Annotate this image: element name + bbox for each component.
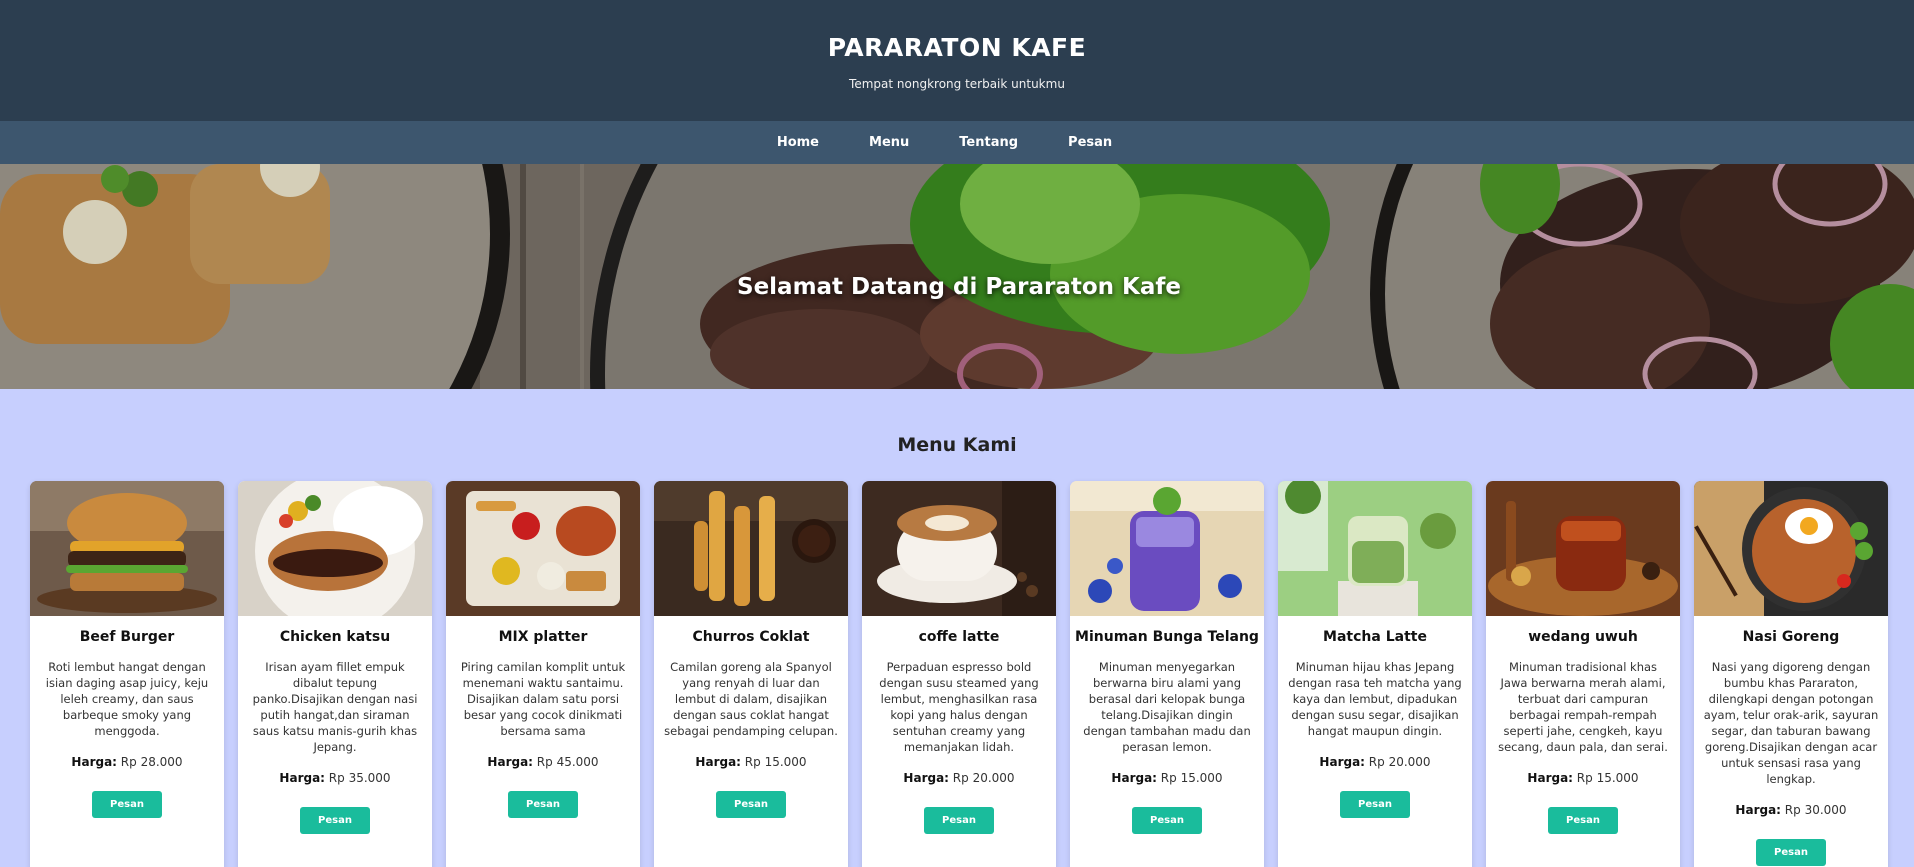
menu-item-name: Nasi Goreng: [1742, 629, 1840, 645]
price-value: Rp 30.000: [1784, 803, 1847, 817]
price-value: Rp 28.000: [120, 755, 183, 769]
menu-item-price: Harga: Rp 15.000: [1486, 771, 1680, 785]
price-label: Harga:: [487, 755, 533, 769]
price-label: Harga:: [71, 755, 117, 769]
menu-item-desc: Camilan goreng ala Spanyol yang renyah d…: [664, 660, 838, 738]
menu-item-desc: Piring camilan komplit untuk menemani wa…: [460, 660, 626, 738]
menu-item-price: Harga: Rp 20.000: [1278, 755, 1472, 769]
churros-photo: [654, 481, 848, 616]
menu-item-desc: Irisan ayam fillet empuk dibalut tepung …: [252, 660, 418, 754]
menu-item-name: MIX platter: [498, 629, 588, 645]
nav-pesan[interactable]: Pesan: [1068, 135, 1112, 150]
menu-item-name: coffe latte: [918, 629, 1000, 645]
wedang-uwuh-photo: [1486, 481, 1680, 616]
order-button-mix-platter[interactable]: Pesan: [508, 791, 578, 818]
menu-item-price: Harga: Rp 20.000: [862, 771, 1056, 785]
chicken-katsu-photo: [238, 481, 432, 616]
order-button-churros-coklat[interactable]: Pesan: [716, 791, 786, 818]
price-label: Harga:: [1735, 803, 1781, 817]
price-value: Rp 15.000: [1576, 771, 1639, 785]
coffee-latte-photo: [862, 481, 1056, 616]
order-button-nasi-goreng[interactable]: Pesan: [1756, 839, 1826, 866]
menu-item-name: Matcha Latte: [1323, 629, 1427, 645]
order-button-chicken-katsu[interactable]: Pesan: [300, 807, 370, 834]
site-header: PARARATON KAFE Tempat nongkrong terbaik …: [0, 0, 1914, 121]
menu-item-name: wedang uwuh: [1528, 629, 1638, 645]
menu-item-desc: Nasi yang digoreng dengan bumbu khas Par…: [1703, 660, 1879, 786]
site-tagline: Tempat nongkrong terbaik untukmu: [849, 77, 1065, 91]
menu-card: Beef Burger Roti lembut hangat dengan is…: [30, 481, 224, 867]
price-value: Rp 15.000: [1160, 771, 1223, 785]
menu-item-price: Harga: Rp 28.000: [30, 755, 224, 769]
menu-card: wedang uwuh Minuman tradisional khas Jaw…: [1486, 481, 1680, 867]
matcha-latte-photo: [1278, 481, 1472, 616]
menu-item-name: Chicken katsu: [279, 629, 391, 645]
menu-item-price: Harga: Rp 15.000: [1070, 771, 1264, 785]
price-label: Harga:: [1319, 755, 1365, 769]
menu-item-desc: Minuman tradisional khas Jawa berwarna m…: [1498, 660, 1668, 754]
mix-platter-photo: [446, 481, 640, 616]
price-label: Harga:: [695, 755, 741, 769]
price-value: Rp 20.000: [1368, 755, 1431, 769]
nasi-goreng-photo: [1694, 481, 1888, 616]
menu-section: Menu Kami Beef Burger Roti lembut hangat…: [0, 389, 1914, 867]
price-label: Harga:: [903, 771, 949, 785]
menu-item-price: Harga: Rp 15.000: [654, 755, 848, 769]
price-label: Harga:: [1527, 771, 1573, 785]
menu-item-desc: Minuman hijau khas Jepang dengan rasa te…: [1288, 660, 1462, 738]
order-button-minuman-bunga-telang[interactable]: Pesan: [1132, 807, 1202, 834]
hero-title: Selamat Datang di Pararaton Kafe: [737, 274, 1181, 300]
nav-tentang[interactable]: Tentang: [959, 135, 1018, 150]
main-nav: Home Menu Tentang Pesan: [0, 121, 1914, 164]
price-value: Rp 20.000: [952, 771, 1015, 785]
menu-card: Chicken katsu Irisan ayam fillet empuk d…: [238, 481, 432, 867]
menu-item-desc: Perpaduan espresso bold dengan susu stea…: [879, 660, 1039, 754]
price-label: Harga:: [1111, 771, 1157, 785]
menu-card: coffe latte Perpaduan espresso bold deng…: [862, 481, 1056, 867]
butterfly-pea-drink-photo: [1070, 481, 1264, 616]
order-button-matcha-latte[interactable]: Pesan: [1340, 791, 1410, 818]
price-label: Harga:: [279, 771, 325, 785]
order-button-coffe-latte[interactable]: Pesan: [924, 807, 994, 834]
menu-heading: Menu Kami: [897, 434, 1017, 456]
order-button-wedang-uwuh[interactable]: Pesan: [1548, 807, 1618, 834]
nav-home[interactable]: Home: [777, 135, 819, 150]
menu-item-price: Harga: Rp 35.000: [238, 771, 432, 785]
order-button-beef-burger[interactable]: Pesan: [92, 791, 162, 818]
site-title: PARARATON KAFE: [827, 33, 1087, 62]
menu-card: MIX platter Piring camilan komplit untuk…: [446, 481, 640, 867]
menu-card: Churros Coklat Camilan goreng ala Spanyo…: [654, 481, 848, 867]
menu-item-desc: Minuman menyegarkan berwarna biru alami …: [1083, 660, 1251, 754]
menu-item-name: Minuman Bunga Telang: [1075, 629, 1259, 645]
menu-item-price: Harga: Rp 45.000: [446, 755, 640, 769]
price-value: Rp 15.000: [744, 755, 807, 769]
price-value: Rp 35.000: [328, 771, 391, 785]
menu-item-desc: Roti lembut hangat dengan isian daging a…: [45, 660, 209, 738]
menu-item-name: Beef Burger: [79, 629, 175, 645]
beef-burger-photo: [30, 481, 224, 616]
menu-card: Nasi Goreng Nasi yang digoreng dengan bu…: [1694, 481, 1888, 867]
menu-item-price: Harga: Rp 30.000: [1694, 803, 1888, 817]
price-value: Rp 45.000: [536, 755, 599, 769]
nav-menu[interactable]: Menu: [869, 135, 909, 150]
menu-item-name: Churros Coklat: [692, 629, 810, 645]
hero-banner: Selamat Datang di Pararaton Kafe: [0, 164, 1914, 389]
menu-card: Minuman Bunga Telang Minuman menyegarkan…: [1070, 481, 1264, 867]
menu-card-list: Beef Burger Roti lembut hangat dengan is…: [0, 481, 1914, 867]
menu-card: Matcha Latte Minuman hijau khas Jepang d…: [1278, 481, 1472, 867]
